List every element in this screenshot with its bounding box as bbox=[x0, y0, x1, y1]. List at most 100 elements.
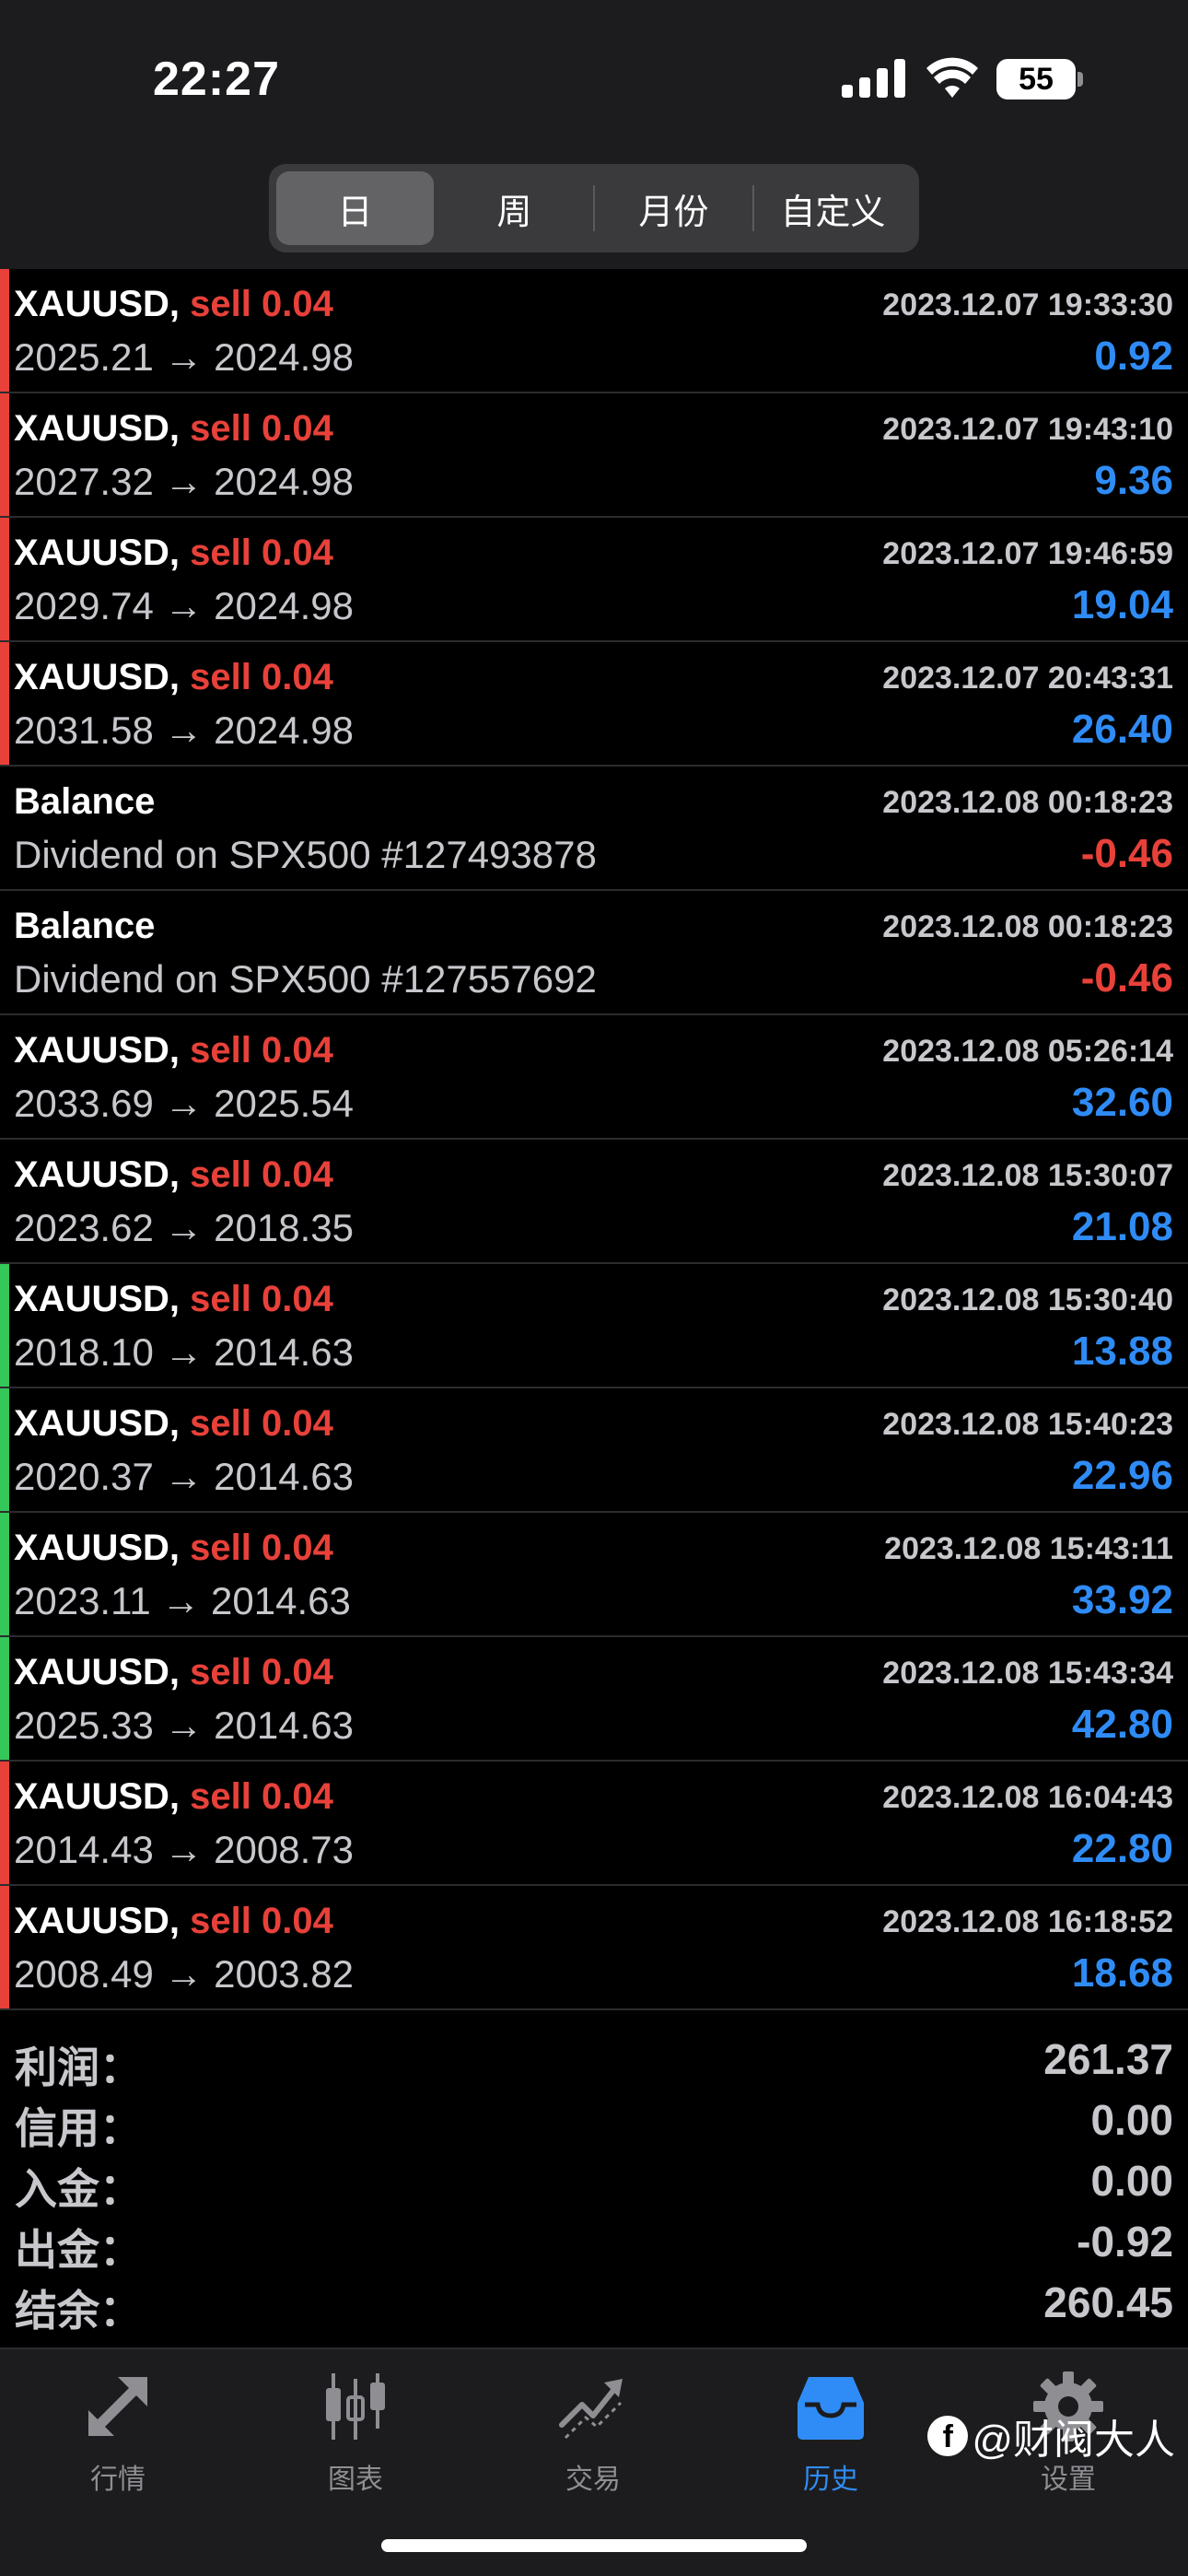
deal-action: sell 0.04 bbox=[190, 408, 333, 449]
deal-title: XAUUSD, sell 0.04 bbox=[14, 284, 333, 325]
deal-profit: 0.92 bbox=[1094, 334, 1173, 379]
deal-status-bar bbox=[0, 767, 9, 889]
deal-symbol: XAUUSD, bbox=[14, 408, 181, 449]
deal-status-bar bbox=[0, 1886, 9, 2008]
deal-row[interactable]: XAUUSD, sell 0.04 2027.32 → 2024.98 2023.1… bbox=[0, 393, 1188, 518]
home-indicator bbox=[381, 2539, 807, 2552]
deal-action: sell 0.04 bbox=[190, 1528, 333, 1568]
deal-status-bar bbox=[0, 642, 9, 765]
tab-quotes[interactable]: 行情 bbox=[26, 2370, 210, 2508]
deal-time: 2023.12.08 15:43:11 bbox=[884, 1531, 1173, 1566]
deal-action: sell 0.04 bbox=[190, 657, 333, 697]
deal-time: 2023.12.08 15:40:23 bbox=[882, 1407, 1173, 1442]
deal-profit: 18.68 bbox=[1071, 1950, 1173, 1996]
period-selector: 日 周 月份 自定义 bbox=[269, 164, 919, 252]
deal-time: 2023.12.07 19:46:59 bbox=[882, 536, 1173, 571]
deal-action: sell 0.04 bbox=[190, 284, 333, 324]
deal-row[interactable]: XAUUSD, sell 0.04 2020.37 → 2014.63 2023.1… bbox=[0, 1388, 1188, 1513]
segment-day[interactable]: 日 bbox=[276, 171, 434, 245]
trade-chart-icon bbox=[559, 2379, 623, 2440]
deal-action: sell 0.04 bbox=[190, 1652, 333, 1692]
battery-tip bbox=[1077, 72, 1083, 87]
deal-title: XAUUSD, sell 0.04 bbox=[14, 1403, 333, 1445]
summary-value: 261.37 bbox=[1043, 2035, 1173, 2083]
deal-status-bar bbox=[0, 891, 9, 1013]
deal-symbol: Balance bbox=[14, 781, 156, 822]
watermark-text: @财阀大人 bbox=[972, 2418, 1175, 2463]
tab-label: 历史 bbox=[803, 2465, 858, 2495]
summary-label: 利润： bbox=[15, 2043, 142, 2091]
deal-time: 2023.12.08 00:18:23 bbox=[882, 785, 1173, 820]
summary-row: 利润： 261.37 bbox=[0, 2027, 1188, 2091]
summary-label: 入金： bbox=[15, 2165, 142, 2213]
deal-profit: -0.46 bbox=[1080, 831, 1173, 876]
tab-history[interactable]: 历史 bbox=[739, 2370, 923, 2508]
segment-month[interactable]: 月份 bbox=[595, 171, 752, 245]
deal-prices: 2031.58 → 2024.98 bbox=[14, 708, 354, 752]
deal-row[interactable]: XAUUSD, sell 0.04 2029.74 → 2024.98 2023.1… bbox=[0, 518, 1188, 642]
deal-profit: 21.08 bbox=[1071, 1204, 1173, 1249]
deal-action: sell 0.04 bbox=[190, 1279, 333, 1319]
status-bar: 22:27 55 bbox=[0, 0, 1188, 157]
deal-profit: 22.96 bbox=[1071, 1453, 1173, 1498]
deal-row[interactable]: XAUUSD, sell 0.04 2014.43 → 2008.73 2023.1… bbox=[0, 1762, 1188, 1886]
deal-profit: 42.80 bbox=[1071, 1702, 1173, 1747]
deal-profit: 13.88 bbox=[1071, 1329, 1173, 1374]
deal-row[interactable]: XAUUSD, sell 0.04 2008.49 → 2003.82 2023.1… bbox=[0, 1886, 1188, 2010]
deal-status-bar bbox=[0, 1140, 9, 1262]
deal-status-bar bbox=[0, 1388, 9, 1511]
segment-custom[interactable]: 自定义 bbox=[754, 171, 912, 245]
deal-time: 2023.12.07 19:43:10 bbox=[882, 412, 1173, 447]
deal-time: 2023.12.08 15:30:07 bbox=[882, 1158, 1173, 1193]
deal-symbol: XAUUSD, bbox=[14, 657, 181, 697]
deal-row[interactable]: XAUUSD, sell 0.04 2033.69 → 2025.54 2023.1… bbox=[0, 1015, 1188, 1140]
deal-prices: 2014.43 → 2008.73 bbox=[14, 1828, 354, 1871]
deal-action: sell 0.04 bbox=[190, 533, 333, 573]
deal-prices: 2008.49 → 2003.82 bbox=[14, 1952, 354, 1996]
summary-value: 0.00 bbox=[1090, 2157, 1173, 2205]
tab-charts[interactable]: 图表 bbox=[263, 2370, 448, 2508]
summary-label: 信用： bbox=[15, 2104, 142, 2152]
deal-profit: 33.92 bbox=[1071, 1577, 1173, 1622]
deal-symbol: XAUUSD, bbox=[14, 1154, 181, 1195]
deal-title: XAUUSD, sell 0.04 bbox=[14, 1528, 333, 1569]
deal-symbol: XAUUSD, bbox=[14, 1901, 181, 1941]
deal-status-bar bbox=[0, 269, 9, 392]
deal-prices: 2020.37 → 2014.63 bbox=[14, 1455, 354, 1498]
history-inbox-icon bbox=[798, 2377, 864, 2440]
segment-week[interactable]: 周 bbox=[436, 171, 593, 245]
deal-row[interactable]: XAUUSD, sell 0.04 2025.33 → 2014.63 2023.1… bbox=[0, 1637, 1188, 1762]
deal-prices: 2025.33 → 2014.63 bbox=[14, 1704, 354, 1747]
deal-row[interactable]: XAUUSD, sell 0.04 2025.21 → 2024.98 2023.1… bbox=[0, 269, 1188, 393]
summary-value: 260.45 bbox=[1043, 2278, 1173, 2326]
deal-status-bar bbox=[0, 1762, 9, 1884]
deal-row[interactable]: XAUUSD, sell 0.04 2023.11 → 2014.63 2023.1… bbox=[0, 1513, 1188, 1637]
deal-prices: 2023.11 → 2014.63 bbox=[14, 1579, 351, 1622]
deal-time: 2023.12.07 19:33:30 bbox=[882, 287, 1173, 322]
deal-profit: 9.36 bbox=[1094, 458, 1173, 503]
deal-action: sell 0.04 bbox=[190, 1776, 333, 1817]
deal-time: 2023.12.08 16:04:43 bbox=[882, 1780, 1173, 1815]
deal-symbol: Balance bbox=[14, 906, 156, 946]
cellular-signal-icon bbox=[842, 59, 905, 98]
deal-action: sell 0.04 bbox=[190, 1154, 333, 1195]
deal-action: sell 0.04 bbox=[190, 1030, 333, 1071]
watermark: f @财阀大人 bbox=[927, 2406, 1175, 2465]
deal-symbol: XAUUSD, bbox=[14, 1279, 181, 1319]
deal-profit: 26.40 bbox=[1071, 707, 1173, 752]
deal-title: XAUUSD, sell 0.04 bbox=[14, 1901, 333, 1942]
deal-title: XAUUSD, sell 0.04 bbox=[14, 657, 333, 698]
deal-row[interactable]: Balance Dividend on SPX500 #127557692 2023… bbox=[0, 891, 1188, 1015]
summary-value: 0.00 bbox=[1090, 2096, 1173, 2144]
deal-row[interactable]: Balance Dividend on SPX500 #127493878 2023… bbox=[0, 767, 1188, 891]
candlestick-chart-icon bbox=[326, 2373, 385, 2440]
deal-symbol: XAUUSD, bbox=[14, 1652, 181, 1692]
deal-symbol: XAUUSD, bbox=[14, 1030, 181, 1071]
deal-row[interactable]: XAUUSD, sell 0.04 2023.62 → 2018.35 2023.1… bbox=[0, 1140, 1188, 1264]
deal-time: 2023.12.08 05:26:14 bbox=[882, 1034, 1173, 1069]
tab-trade[interactable]: 交易 bbox=[501, 2370, 685, 2508]
deal-status-bar bbox=[0, 1264, 9, 1387]
deal-status-bar bbox=[0, 1513, 9, 1635]
deal-row[interactable]: XAUUSD, sell 0.04 2031.58 → 2024.98 2023.1… bbox=[0, 642, 1188, 767]
deal-row[interactable]: XAUUSD, sell 0.04 2018.10 → 2014.63 2023.1… bbox=[0, 1264, 1188, 1388]
